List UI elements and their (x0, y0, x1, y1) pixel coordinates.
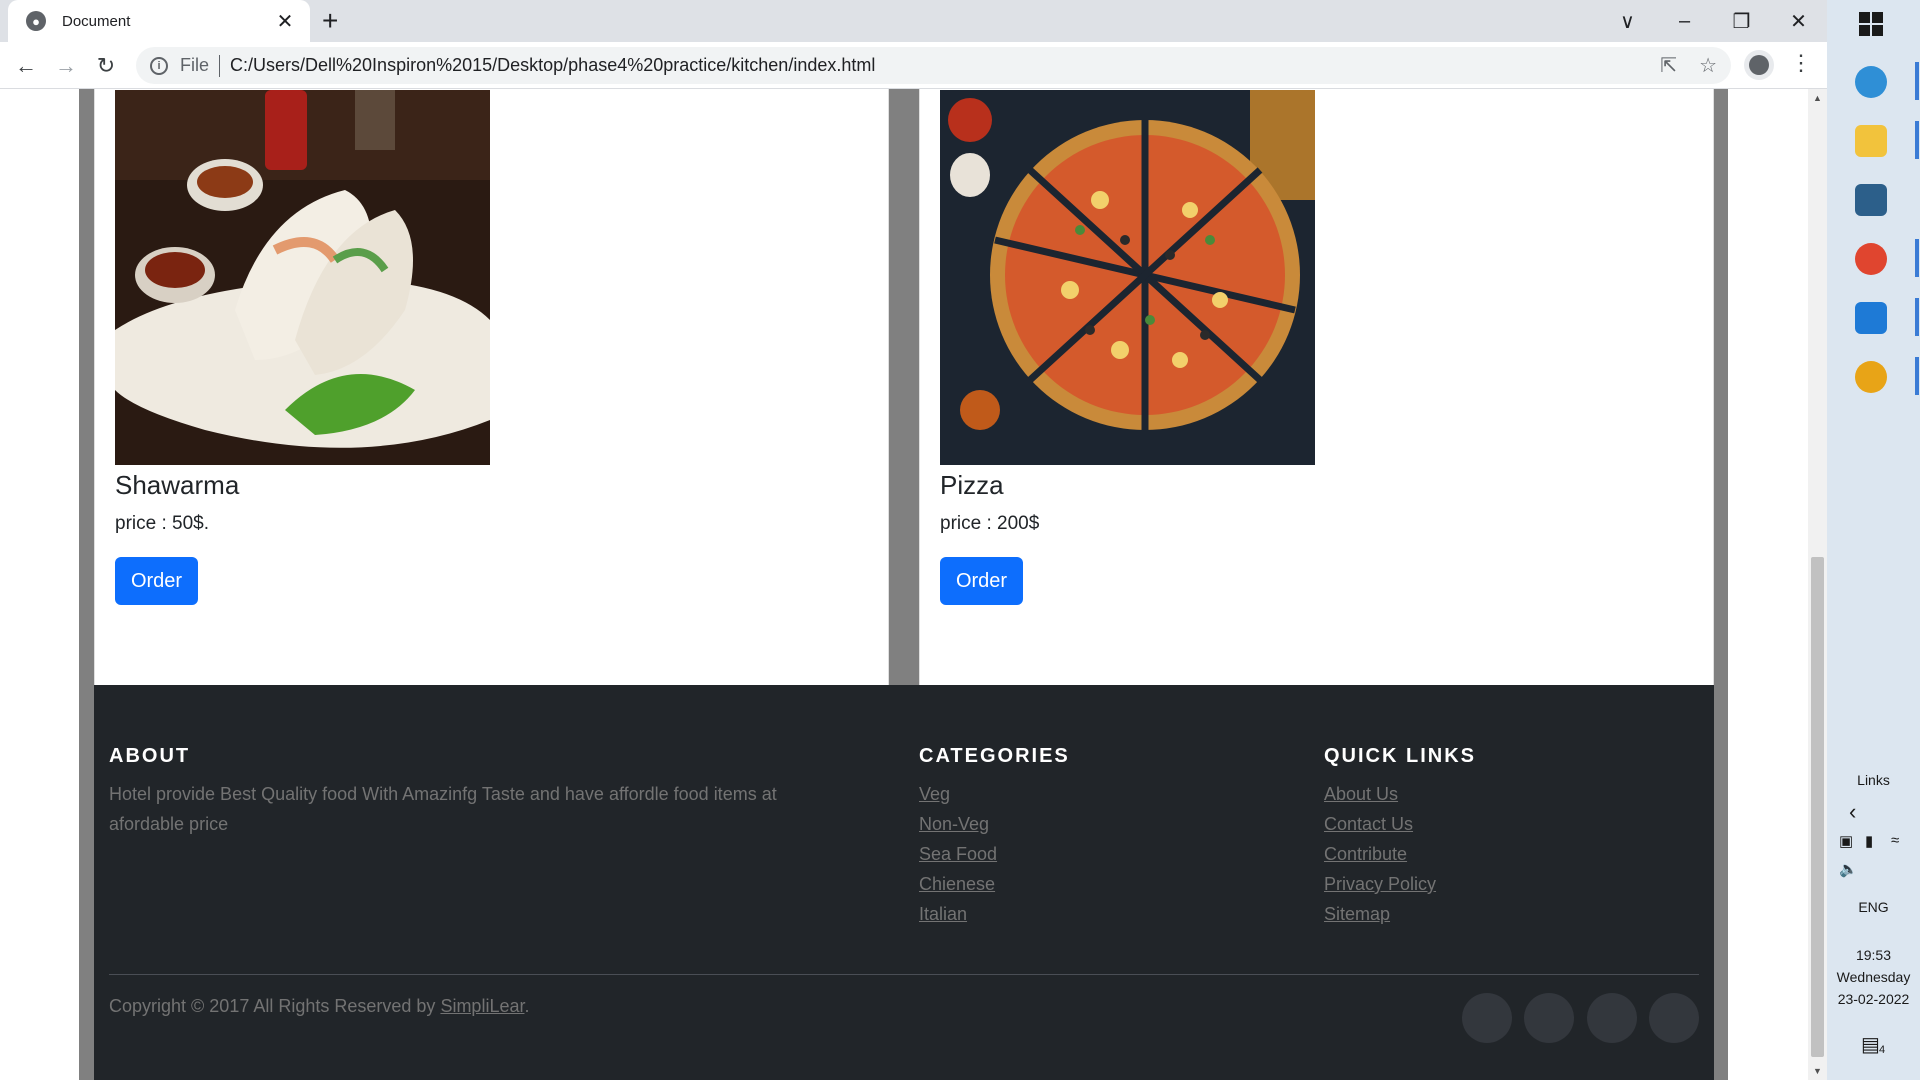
globe-icon: ● (26, 11, 46, 31)
explorer-active-indicator (1915, 121, 1919, 159)
url-scheme: File (180, 55, 210, 75)
scroll-up-icon[interactable]: ▲ (1808, 93, 1827, 103)
new-tab-button[interactable]: + (322, 6, 338, 36)
social-icon-1[interactable] (1462, 993, 1512, 1043)
close-window-button[interactable]: ✕ (1770, 9, 1827, 34)
quick-link-sitemap[interactable]: Sitemap (1324, 904, 1390, 924)
footer-divider (109, 974, 1699, 975)
copyright-prefix: Copyright © 2017 All Rights Reserved by (109, 996, 441, 1016)
quick-link-about-us[interactable]: About Us (1324, 784, 1398, 804)
back-button[interactable]: ← (8, 48, 44, 84)
minimize-button[interactable]: – (1656, 10, 1713, 33)
product-name: Shawarma (115, 470, 240, 500)
share-icon[interactable]: ⇱ (1660, 53, 1677, 78)
chrome-profile-icon[interactable] (1855, 243, 1887, 275)
footer-categories: CATEGORIES Veg Non-Veg Sea Food Chienese… (919, 745, 1070, 929)
meet-now-icon[interactable]: ▣ (1839, 832, 1853, 850)
footer-heading-about: ABOUT (109, 745, 191, 767)
footer-heading-quick-links: QUICK LINKS (1324, 745, 1476, 767)
quick-link-contribute[interactable]: Contribute (1324, 844, 1407, 864)
category-link-veg[interactable]: Veg (919, 784, 950, 804)
links-toolbar-label[interactable]: Links (1827, 772, 1920, 788)
avatar (1749, 55, 1769, 75)
tab-search-icon[interactable]: ∨ (1599, 9, 1656, 34)
category-link-sea-food[interactable]: Sea Food (919, 844, 997, 864)
order-button[interactable]: Order (115, 557, 198, 605)
vscode-active-indicator (1915, 298, 1919, 336)
footer-heading-categories: CATEGORIES (919, 745, 1070, 767)
copyright-text: Copyright © 2017 All Rights Reserved by … (109, 996, 530, 1017)
close-tab-icon[interactable]: ✕ (274, 9, 296, 34)
order-button[interactable]: Order (940, 557, 1023, 605)
address-bar[interactable]: i File C:/Users/Dell%20Inspiron%2015/Des… (136, 47, 1731, 84)
category-link-italian[interactable]: Italian (919, 904, 967, 924)
edge-active-indicator (1915, 62, 1919, 100)
profile-avatar-icon[interactable] (1744, 50, 1774, 80)
windows-taskbar: Links ‹ ▣ ▮ ≈ 🔈 ENG 19:53 Wednesday 23-0… (1827, 0, 1920, 1080)
language-indicator[interactable]: ENG (1827, 899, 1920, 915)
browser-menu-icon[interactable]: ⋮ (1790, 50, 1812, 76)
info-icon[interactable]: i (150, 56, 168, 75)
browser-tab[interactable]: ● Document ✕ (8, 0, 310, 42)
product-card-shawarma: Shawarma price : 50$. Order (94, 89, 889, 714)
footer-about: ABOUT Hotel provide Best Quality food Wi… (109, 745, 829, 839)
chrome-active-indicator (1915, 357, 1919, 395)
chrome-profile-active-indicator (1915, 239, 1919, 277)
social-icon-2[interactable] (1524, 993, 1574, 1043)
chrome-icon[interactable] (1855, 361, 1887, 393)
mysql-workbench-icon[interactable] (1855, 184, 1887, 216)
quick-links-list: About Us Contact Us Contribute Privacy P… (1324, 779, 1476, 929)
shawarma-image (115, 90, 490, 465)
product-price: price : 200$ (940, 513, 1040, 534)
file-explorer-icon[interactable] (1855, 125, 1887, 157)
social-icon-3[interactable] (1587, 993, 1637, 1043)
footer-about-text: Hotel provide Best Quality food With Ama… (109, 784, 777, 834)
bookmark-star-icon[interactable]: ☆ (1699, 53, 1717, 78)
product-card-pizza: Pizza price : 200$ Order (919, 89, 1714, 714)
scrollbar-thumb[interactable] (1811, 557, 1824, 1057)
restore-button[interactable]: ❐ (1713, 9, 1770, 34)
category-link-chinese[interactable]: Chienese (919, 874, 995, 894)
notification-count: 4 (1879, 1044, 1886, 1056)
site-footer: ABOUT Hotel provide Best Quality food Wi… (94, 685, 1714, 1080)
wifi-icon[interactable]: ≈ (1891, 832, 1899, 849)
chevron-left-icon[interactable]: ‹ (1827, 799, 1920, 825)
forward-button[interactable]: → (48, 48, 84, 84)
clock-day[interactable]: Wednesday (1827, 969, 1920, 985)
volume-icon[interactable]: 🔈 (1839, 860, 1858, 878)
quick-link-contact-us[interactable]: Contact Us (1324, 814, 1413, 834)
category-link-non-veg[interactable]: Non-Veg (919, 814, 989, 834)
url-separator (219, 54, 221, 77)
product-name: Pizza (940, 470, 1004, 500)
copyright-link[interactable]: SimpliLear (440, 996, 524, 1016)
page-scrollbar[interactable]: ▲ ▼ (1808, 89, 1827, 1080)
tab-title: Document (62, 12, 131, 30)
url-text[interactable]: C:/Users/Dell%20Inspiron%2015/Desktop/ph… (230, 55, 875, 76)
footer-quick-links: QUICK LINKS About Us Contact Us Contribu… (1324, 745, 1476, 929)
categories-list: Veg Non-Veg Sea Food Chienese Italian (919, 779, 1070, 929)
scroll-down-icon[interactable]: ▼ (1808, 1066, 1827, 1076)
edge-icon[interactable] (1855, 66, 1887, 98)
product-price: price : 50$. (115, 513, 209, 534)
copyright-suffix: . (524, 996, 530, 1016)
battery-icon[interactable]: ▮ (1865, 832, 1873, 850)
browser-toolbar: ← → ↻ i File C:/Users/Dell%20Inspiron%20… (0, 42, 1827, 89)
window-controls: ∨ – ❐ ✕ (1599, 0, 1827, 42)
pizza-image (940, 90, 1315, 465)
windows-start-icon[interactable] (1855, 8, 1887, 40)
quick-link-privacy-policy[interactable]: Privacy Policy (1324, 874, 1436, 894)
tab-strip: ● Document ✕ + ∨ – ❐ ✕ (0, 0, 1827, 42)
reload-button[interactable]: ↻ (88, 48, 124, 84)
notification-icon[interactable]: ▤ (1861, 1032, 1880, 1057)
vscode-icon[interactable] (1855, 302, 1887, 334)
omnibox-actions: ⇱ ☆ (1660, 47, 1717, 84)
page-viewport: Shawarma price : 50$. Order Pizza price … (0, 89, 1808, 1080)
clock-time[interactable]: 19:53 (1827, 947, 1920, 963)
clock-date[interactable]: 23-02-2022 (1827, 991, 1920, 1007)
social-icon-4[interactable] (1649, 993, 1699, 1043)
